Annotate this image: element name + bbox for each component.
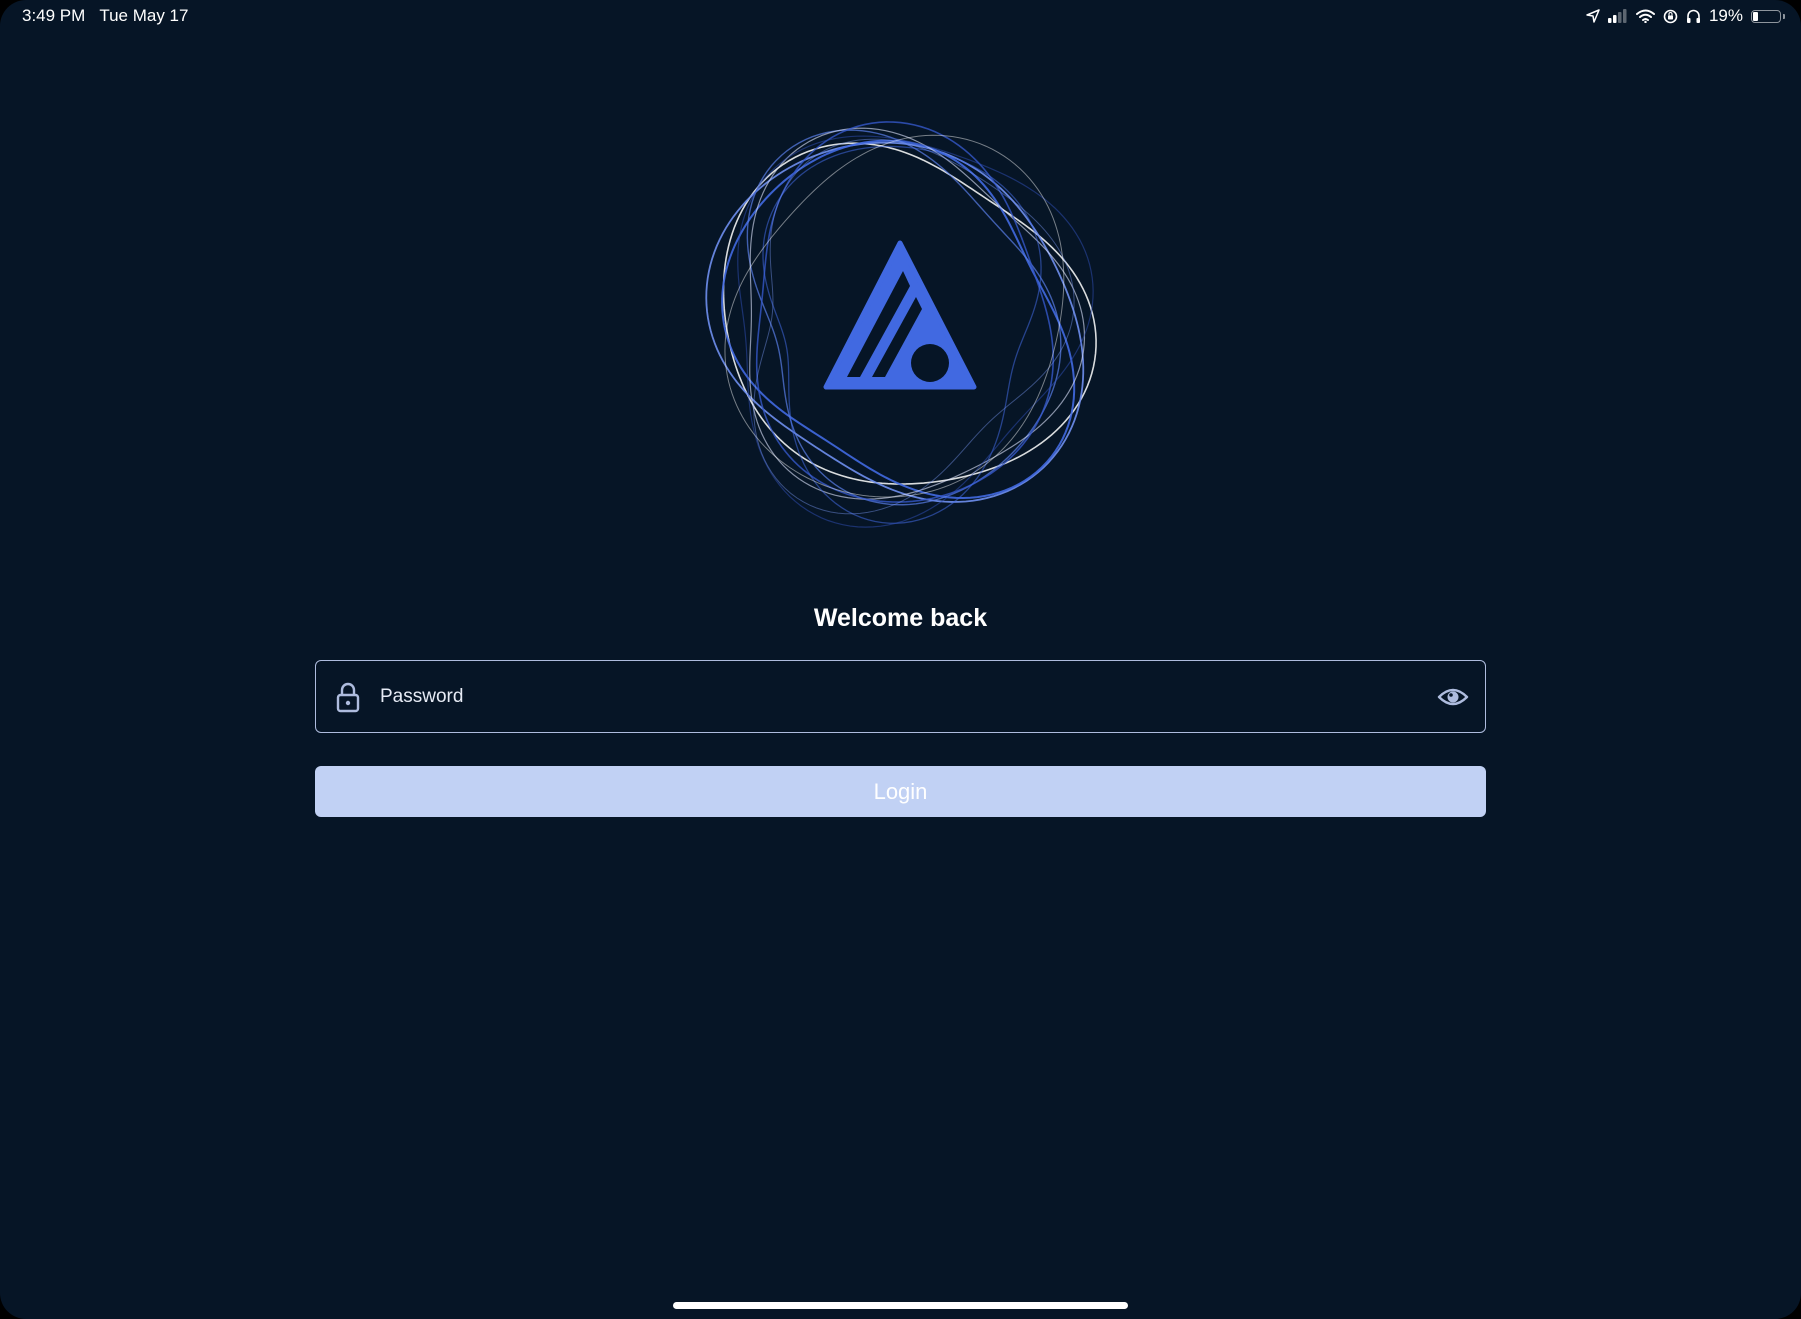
battery-level <box>1753 11 1758 21</box>
logo-triangle-icon <box>823 240 977 390</box>
status-bar: 3:49 PM Tue May 17 19% <box>0 0 1801 32</box>
battery-percent: 19% <box>1708 6 1743 25</box>
show-password-eye-icon[interactable] <box>1437 685 1469 709</box>
battery-icon <box>1751 9 1785 23</box>
home-indicator <box>673 1302 1128 1309</box>
welcome-heading: Welcome back <box>813 604 988 632</box>
headphones-icon <box>1686 9 1700 23</box>
status-time: 3:49 PM <box>22 6 86 25</box>
screen-lock-rotation-icon <box>1663 9 1678 23</box>
cellular-signal-icon <box>1607 9 1627 23</box>
login-button[interactable]: Login <box>315 766 1486 817</box>
status-date: Tue May 17 <box>99 6 189 25</box>
password-input[interactable] <box>378 684 1437 709</box>
lock-icon <box>336 682 360 712</box>
password-field[interactable] <box>315 660 1486 733</box>
wifi-icon <box>1635 9 1655 23</box>
location-icon <box>1586 9 1600 23</box>
login-screen: 3:49 PM Tue May 17 19% Welcome back Logi… <box>0 0 1801 1319</box>
logo-rings-graphic <box>705 121 1097 528</box>
app-logo <box>690 110 1110 530</box>
